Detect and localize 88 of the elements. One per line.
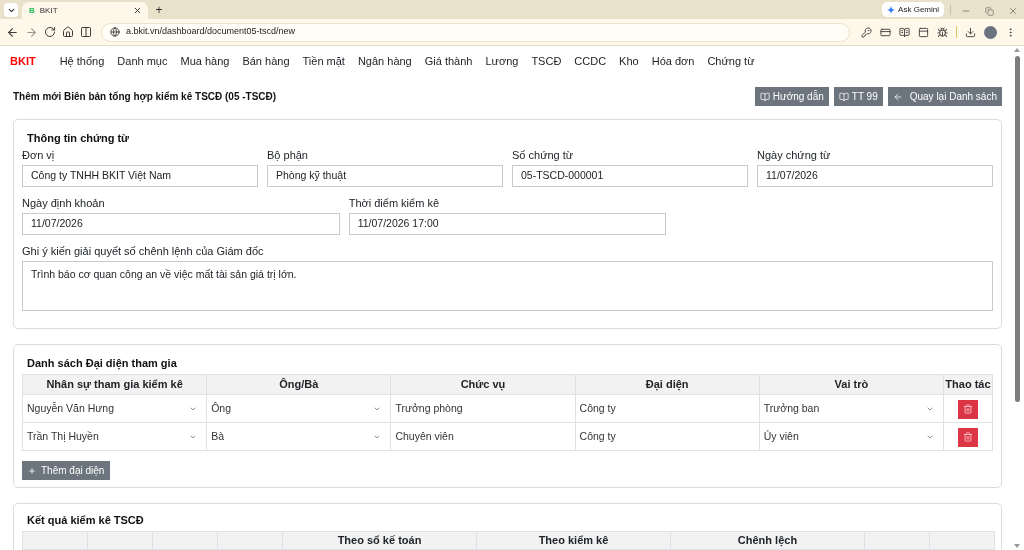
scrollbar-thumb[interactable] <box>1014 56 1020 402</box>
table-cell: Công ty <box>575 394 760 423</box>
plus-icon <box>28 466 36 475</box>
nav-link[interactable]: Hệ thống <box>59 52 105 70</box>
site-info-icon[interactable] <box>110 27 120 37</box>
reader-icon[interactable] <box>899 26 910 38</box>
back-icon[interactable] <box>6 25 19 39</box>
nav-link[interactable]: CCDC <box>574 52 607 70</box>
section-title: Thông tin chứng từ <box>26 131 131 145</box>
close-icon[interactable] <box>133 6 142 15</box>
reload-icon[interactable] <box>44 26 56 38</box>
section-title: Kết quả kiểm kê TSCĐ <box>26 513 145 527</box>
address-bar[interactable]: a.bkit.vn/dashboard/document05-tscd/new <box>101 22 850 42</box>
avatar-icon[interactable] <box>984 25 997 39</box>
close-window-icon[interactable] <box>1008 6 1018 16</box>
guide-button[interactable]: TT 99 <box>833 87 883 106</box>
column-header: Ông/Bà <box>206 374 391 395</box>
nav-link[interactable]: Lương <box>485 52 519 70</box>
column-header: Chênh lệch <box>670 531 865 550</box>
dropdown-field[interactable]: Nguyễn Văn Hưng <box>23 395 207 422</box>
field-label: Đơn vị <box>22 148 56 162</box>
home-icon[interactable] <box>62 26 74 38</box>
book-icon <box>838 91 849 102</box>
key-icon[interactable] <box>861 26 872 38</box>
field-label: Bộ phận <box>267 148 309 162</box>
column-header: Theo sổ kế toán <box>282 531 477 550</box>
scroll-down-icon[interactable] <box>1014 544 1020 548</box>
nav-link[interactable]: Ngân hàng <box>357 52 412 70</box>
field-label: Số chứng từ <box>512 148 575 162</box>
nav-link[interactable]: Chứng từ <box>707 52 755 70</box>
gemini-button[interactable]: Ask Gemini <box>882 2 944 17</box>
input-field[interactable]: 11/07/2026 <box>22 213 340 235</box>
nav-link[interactable]: Bán hàng <box>242 52 290 70</box>
input-field[interactable]: 11/07/2026 17:00 <box>348 213 667 235</box>
nav-link[interactable]: Hóa đơn <box>651 52 695 70</box>
input-field[interactable]: Phòng kỹ thuật <box>267 165 503 187</box>
tab-list-button[interactable] <box>4 3 18 17</box>
input-field[interactable]: 11/07/2026 <box>757 165 993 187</box>
brand-name[interactable]: BKIT <box>10 52 36 70</box>
scroll-up-icon[interactable] <box>1014 48 1020 52</box>
dropdown-field[interactable]: Trần Thị Huyền <box>23 423 207 450</box>
column-header: Đại diện <box>575 374 760 395</box>
book-icon <box>759 91 770 102</box>
back-button[interactable]: Quay lại Danh sách <box>887 87 1002 106</box>
delete-button[interactable] <box>957 427 978 447</box>
nav-link[interactable]: Tiền mặt <box>302 52 345 70</box>
table-cell: Công ty <box>575 422 760 451</box>
nav-link[interactable]: Mua hàng <box>180 52 230 70</box>
arrow-left-icon <box>892 91 903 102</box>
field-label: Ngày định khoản <box>22 196 106 210</box>
table-cell: Trưởng phòng <box>390 394 576 423</box>
field-label: Thời điểm kiểm kê <box>348 196 440 210</box>
url-text: a.bkit.vn/dashboard/document05-tscd/new <box>126 25 296 39</box>
card-icon[interactable] <box>880 26 891 38</box>
sparkle-icon <box>887 5 896 14</box>
download-icon[interactable] <box>965 26 976 38</box>
favicon: B <box>29 4 35 17</box>
nav-link[interactable]: Danh mục <box>117 52 168 70</box>
text-area[interactable]: Trình báo cơ quan công an về việc mất tài sản giá trị lớn. <box>22 261 993 311</box>
dropdown-field[interactable]: Trưởng ban <box>759 395 943 422</box>
section-title: Danh sách Đại diện tham gia <box>26 356 178 370</box>
column-header: Nhân sự tham gia kiểm kê <box>22 374 207 395</box>
nav-link[interactable]: Giá thành <box>424 52 473 70</box>
input-field[interactable]: Công ty TNHH BKIT Việt Nam <box>22 165 258 187</box>
browser-tab[interactable]: B BKIT <box>22 2 148 19</box>
new-tab-button[interactable]: + <box>152 3 166 17</box>
trash-icon <box>962 404 973 415</box>
split-view-icon[interactable] <box>80 26 92 38</box>
bug-icon[interactable] <box>937 26 948 38</box>
trash-icon <box>962 432 973 443</box>
tab-icon[interactable] <box>918 26 929 38</box>
field-label: Ghi ý kiến giải quyết số chênh lệnh của Giám đốc <box>22 244 265 258</box>
page-title: Thêm mới Biên bản tổng hợp kiểm kê TSCĐ (05 -TSCĐ) <box>13 90 277 104</box>
input-field[interactable]: 05-TSCD-000001 <box>512 165 748 187</box>
nav-link[interactable]: Kho <box>619 52 639 70</box>
column-header: Thao tác <box>943 374 993 395</box>
guide-button[interactable]: Hướng dẫn <box>754 87 829 106</box>
delete-button[interactable] <box>957 399 978 419</box>
add-button[interactable]: Thêm đại diện <box>22 461 111 480</box>
column-header: Theo kiểm kê <box>476 531 671 550</box>
dropdown-field[interactable]: Ông <box>207 395 391 422</box>
column-header: Vai trò <box>759 374 944 395</box>
dropdown-field[interactable]: Bà <box>207 423 391 450</box>
dropdown-field[interactable]: Ủy viên <box>759 423 943 450</box>
table-cell: Chuyên viên <box>390 422 576 451</box>
nav-link[interactable]: TSCĐ <box>531 52 562 70</box>
field-label: Ngày chứng từ <box>757 148 832 162</box>
column-header: Chức vụ <box>390 374 576 395</box>
